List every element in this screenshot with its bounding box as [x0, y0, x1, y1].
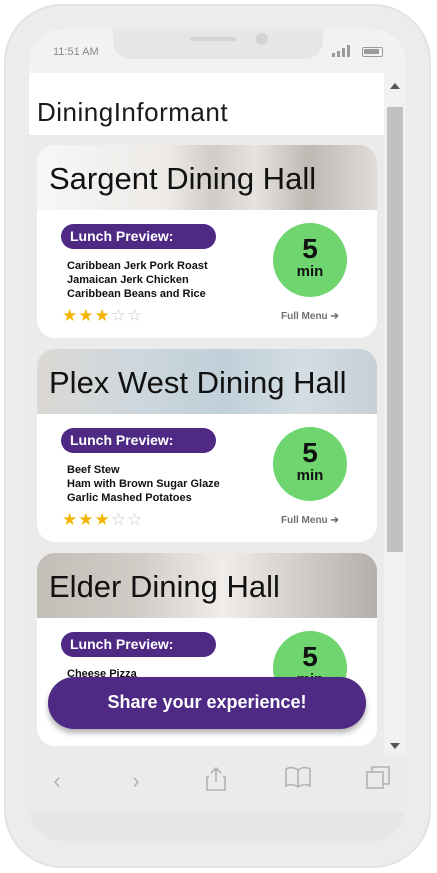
- full-menu-label: Full Menu: [281, 311, 328, 322]
- back-icon[interactable]: ‹: [42, 766, 72, 796]
- wait-time-value: 5: [302, 233, 318, 264]
- star-filled-icon[interactable]: ★: [62, 510, 78, 529]
- wait-time-badge: 5 min: [273, 427, 347, 501]
- star-filled-icon[interactable]: ★: [95, 306, 111, 325]
- lunch-preview-badge: Lunch Preview:: [61, 632, 216, 657]
- bookmarks-icon[interactable]: [283, 766, 313, 796]
- full-menu-label: Full Menu: [281, 515, 328, 526]
- dish-item: Jamaican Jerk Chicken: [67, 274, 189, 286]
- status-bar: 11:51 AM: [29, 29, 406, 73]
- scrollbar-thumb[interactable]: [387, 107, 403, 552]
- signal-icon: [332, 45, 352, 57]
- star-empty-icon[interactable]: ☆: [127, 510, 143, 529]
- hall-name: Elder Dining Hall: [49, 569, 280, 604]
- share-experience-button[interactable]: Share your experience!: [48, 677, 366, 729]
- notch: [113, 29, 323, 59]
- star-filled-icon[interactable]: ★: [95, 510, 111, 529]
- camera-icon: [256, 33, 268, 45]
- wait-time-badge: 5 min: [273, 223, 347, 297]
- battery-icon: [362, 47, 383, 57]
- dish-list: Caribbean Jerk Pork Roast Jamaican Jerk …: [67, 259, 208, 301]
- home-indicator-area: [29, 812, 406, 841]
- arrow-right-icon: ➔: [330, 311, 339, 322]
- wait-time-unit: min: [296, 263, 324, 280]
- dish-item: Ham with Brown Sugar Glaze: [67, 478, 220, 490]
- dish-item: Beef Stew: [67, 464, 120, 476]
- app-title: DiningInformant: [37, 97, 229, 127]
- tabs-icon[interactable]: [363, 766, 393, 796]
- wait-time-value: 5: [302, 437, 318, 468]
- lunch-preview-badge: Lunch Preview:: [61, 224, 216, 249]
- dish-list: Beef Stew Ham with Brown Sugar Glaze Gar…: [67, 463, 220, 505]
- scroll-up-icon[interactable]: [390, 83, 400, 89]
- browser-toolbar: ‹ ›: [29, 756, 406, 812]
- scrollbar[interactable]: [384, 73, 406, 756]
- forward-icon[interactable]: ›: [121, 766, 151, 796]
- dining-hall-card[interactable]: Sargent Dining Hall Lunch Preview: Carib…: [37, 145, 377, 338]
- full-menu-link[interactable]: Full Menu ➔: [281, 515, 339, 526]
- dish-item: Caribbean Jerk Pork Roast: [67, 260, 208, 272]
- star-rating[interactable]: ★★★☆☆: [62, 306, 143, 326]
- hall-name: Sargent Dining Hall: [49, 161, 317, 196]
- dish-item: Caribbean Beans and Rice: [67, 288, 206, 300]
- full-menu-link[interactable]: Full Menu ➔: [281, 311, 339, 322]
- star-rating[interactable]: ★★★☆☆: [62, 510, 143, 530]
- app-content: DiningInformant Sargent Dining Hall Lunc…: [29, 73, 384, 756]
- lunch-preview-badge: Lunch Preview:: [61, 428, 216, 453]
- star-empty-icon[interactable]: ☆: [111, 306, 127, 325]
- dish-item: Garlic Mashed Potatoes: [67, 492, 192, 504]
- share-icon[interactable]: [201, 766, 231, 796]
- wait-time-unit: min: [296, 467, 324, 484]
- arrow-right-icon: ➔: [330, 515, 339, 526]
- wait-time-value: 5: [302, 641, 318, 672]
- phone-screen: 11:51 AM DiningInformant Sargent Dining …: [29, 29, 406, 841]
- hall-name: Plex West Dining Hall: [49, 365, 347, 400]
- speaker-icon: [190, 37, 236, 41]
- status-time: 11:51 AM: [53, 46, 99, 58]
- app-header: DiningInformant: [29, 73, 384, 135]
- star-empty-icon[interactable]: ☆: [127, 306, 143, 325]
- star-empty-icon[interactable]: ☆: [111, 510, 127, 529]
- star-filled-icon[interactable]: ★: [78, 306, 94, 325]
- scroll-down-icon[interactable]: [390, 743, 400, 749]
- star-filled-icon[interactable]: ★: [62, 306, 78, 325]
- dining-hall-card[interactable]: Plex West Dining Hall Lunch Preview: Bee…: [37, 349, 377, 542]
- star-filled-icon[interactable]: ★: [78, 510, 94, 529]
